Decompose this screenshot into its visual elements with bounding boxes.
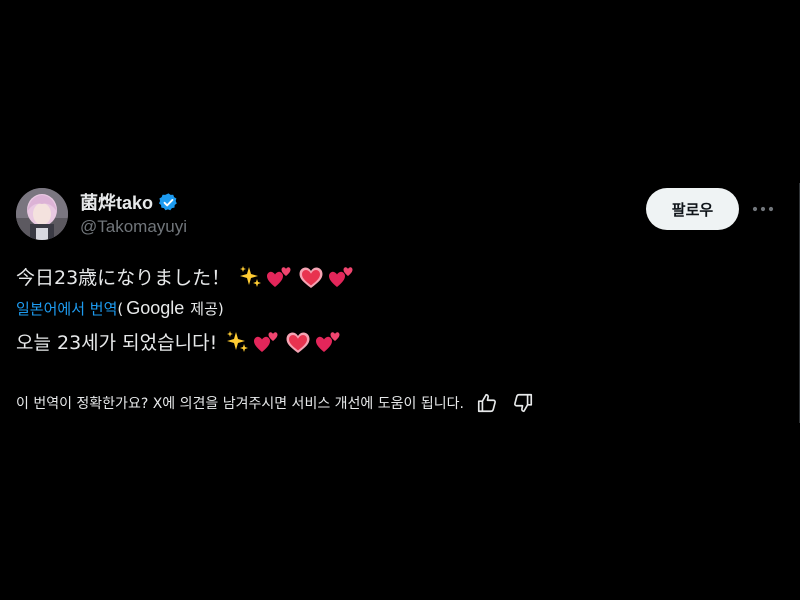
avatar[interactable] [16, 188, 68, 240]
paren-open: ( [117, 299, 124, 318]
tweet-emojis [238, 265, 360, 289]
heart-icon [299, 267, 323, 288]
translation-feedback: 이 번역이 정확한가요? X에 의견을 남겨주시면 서비스 개선에 도움이 됩니… [16, 391, 536, 415]
tweet-text: 今日23歳になりました！ [16, 263, 360, 290]
screen: 菌烨tako @Takomayuyi 팔로우 今日23歳になりました！ 일본어에… [0, 0, 800, 600]
thumbs-up-icon[interactable] [474, 391, 500, 415]
verified-badge-icon[interactable] [158, 192, 179, 213]
two-hearts-icon [316, 331, 340, 352]
tweet-text-content: 今日23歳になりました！ [16, 267, 231, 289]
display-name[interactable]: 菌烨tako [80, 189, 153, 215]
translated-text: 오늘 23세가 되었습니다! [16, 328, 347, 355]
provided-label: 제공) [190, 300, 224, 318]
display-name-row: 菌烨tako [80, 190, 187, 214]
feedback-question: 이 번역이 정확한가요? X에 의견을 남겨주시면 서비스 개선에 도움이 됩니… [16, 396, 464, 412]
translated-text-content: 오늘 23세가 되었습니다! [16, 332, 218, 354]
translated-emojis [225, 330, 347, 354]
user-names: 菌烨tako @Takomayuyi [80, 190, 187, 237]
translation-attribution: 일본어에서 번역 ( Google 제공) [16, 298, 224, 319]
two-hearts-icon [254, 331, 278, 352]
tweet: 菌烨tako @Takomayuyi 팔로우 今日23歳になりました！ 일본어에… [16, 188, 786, 413]
two-hearts-icon [267, 266, 291, 287]
thumbs-down-icon[interactable] [510, 391, 536, 415]
follow-button[interactable]: 팔로우 [646, 188, 739, 230]
sparkles-icon [240, 265, 262, 287]
user-handle[interactable]: @Takomayuyi [80, 217, 187, 237]
tweet-header: 菌烨tako @Takomayuyi 팔로우 [16, 188, 786, 244]
translated-from-link[interactable]: 일본어에서 번역 [16, 298, 117, 319]
more-horizontal-icon[interactable] [750, 198, 776, 220]
google-logo: Google [126, 298, 185, 318]
two-hearts-icon [329, 266, 353, 287]
avatar-image [16, 188, 68, 240]
sparkles-icon [227, 330, 249, 352]
heart-icon [286, 332, 310, 353]
